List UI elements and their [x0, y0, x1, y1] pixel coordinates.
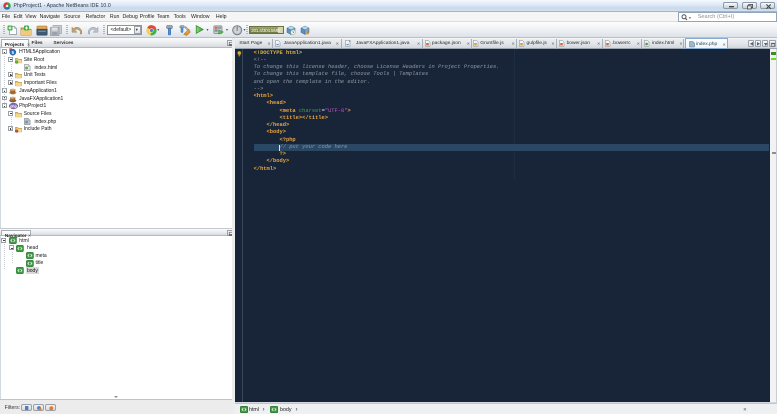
svg-text:php: php [11, 105, 18, 109]
